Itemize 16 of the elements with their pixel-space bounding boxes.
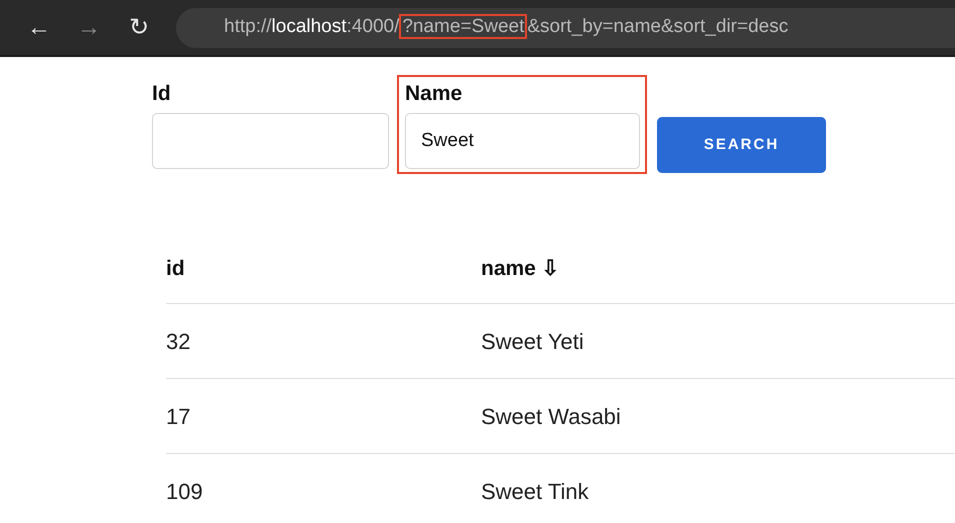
field-label: Id: [152, 81, 172, 107]
input-field[interactable]: Sweet: [405, 113, 640, 169]
field-label: Name: [405, 81, 464, 107]
table-cell: Sweet Tink: [481, 479, 589, 504]
table-cell: 17: [166, 404, 190, 428]
reload-button[interactable]: ↻: [126, 16, 152, 40]
search-button[interactable]: SEARCH: [657, 117, 826, 173]
address-bar[interactable]: http://localhost:4000/?name=Sweet&sort_by=name&sort_dir=desc: [176, 8, 955, 48]
input-field[interactable]: [152, 113, 389, 169]
table-cell: Sweet Yeti: [481, 328, 584, 354]
table-cell: Sweet Wasabi: [481, 404, 621, 428]
column-header[interactable]: name ⇩: [481, 256, 560, 280]
table-cell: 32: [166, 328, 190, 354]
table-cell: 109: [166, 479, 203, 504]
column-header[interactable]: id: [166, 256, 185, 280]
back-button[interactable]: ←: [26, 16, 52, 40]
